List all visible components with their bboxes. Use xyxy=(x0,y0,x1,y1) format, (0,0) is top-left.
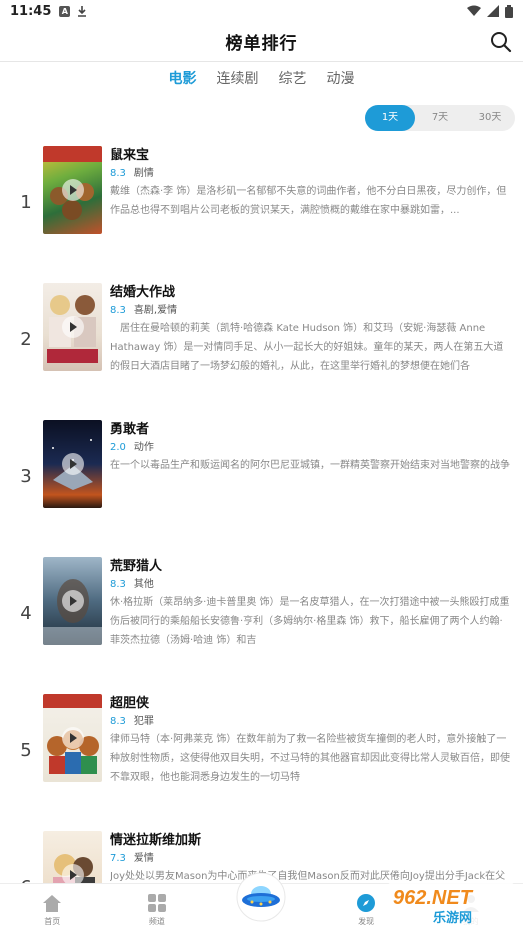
movie-description: 律师马特（本·阿弗莱克 饰）在数年前为了救一名险些被货车撞倒的老人时，意外接触了… xyxy=(110,734,510,783)
app-header: 榜单排行 xyxy=(0,22,523,62)
movie-score: 8.3 xyxy=(110,579,126,590)
rank-number: 5 xyxy=(20,740,32,761)
movie-score: 8.3 xyxy=(110,716,126,727)
nav-channel[interactable]: 频道 xyxy=(105,884,210,929)
rank-number: 1 xyxy=(20,192,32,213)
rank-number: 3 xyxy=(20,466,32,487)
movie-score: 7.3 xyxy=(110,853,126,864)
movie-score: 2.0 xyxy=(110,442,126,453)
movie-poster[interactable] xyxy=(43,420,102,508)
svg-text:乐游网: 乐游网 xyxy=(433,910,472,926)
range-30day[interactable]: 30天 xyxy=(465,105,515,131)
movie-title[interactable]: 情迷拉斯维加斯 xyxy=(110,831,510,851)
status-bar: 11:45 A xyxy=(0,0,523,22)
signal-icon xyxy=(487,5,499,17)
search-icon[interactable] xyxy=(489,30,513,54)
play-icon[interactable] xyxy=(61,179,84,201)
status-badge-icon: A xyxy=(59,5,71,17)
rank-number: 4 xyxy=(20,603,32,624)
movie-description: 在一个以毒品生产和贩运闻名的阿尔巴尼亚城镇，一群精英警察开始结束对当地警察的战争 xyxy=(110,460,510,471)
tab-series[interactable]: 连续剧 xyxy=(217,66,259,90)
ufo-icon xyxy=(236,872,286,922)
page-title: 榜单排行 xyxy=(225,34,298,54)
nav-home[interactable]: 首页 xyxy=(0,884,105,929)
home-icon xyxy=(43,895,62,912)
movie-title[interactable]: 勇敢者 xyxy=(110,420,510,440)
movie-score: 8.3 xyxy=(110,168,126,179)
category-tabs: 电影 连续剧 综艺 动漫 xyxy=(0,62,523,94)
movie-poster[interactable] xyxy=(43,557,102,645)
play-icon[interactable] xyxy=(61,727,84,749)
movie-score: 8.3 xyxy=(110,305,126,316)
movie-description: 休·格拉斯（莱昂纳多·迪卡普里奥 饰）是一名皮草猎人，在一次打猎途中被一头熊殴打… xyxy=(110,597,510,646)
movie-genre: 爱情 xyxy=(133,853,154,864)
movie-description: 居住在曼哈顿的莉芙（凯特·哈德森 Kate Hudson 饰）和艾玛（安妮·海瑟… xyxy=(110,323,504,372)
watermark-logo: 962.NET 乐游网 xyxy=(387,882,515,926)
movie-title[interactable]: 荒野猎人 xyxy=(110,557,510,577)
list-item[interactable]: 3 勇敢者 2.0 动作 在一个以毒品生产和贩运闻名的阿尔巴尼亚城镇，一群精英警察… xyxy=(0,411,523,548)
download-icon xyxy=(78,6,87,17)
nav-center[interactable] xyxy=(209,872,314,929)
compass-icon xyxy=(357,894,376,912)
play-icon[interactable] xyxy=(61,453,84,475)
range-7day[interactable]: 7天 xyxy=(415,105,465,131)
nav-label: 首页 xyxy=(44,917,61,926)
grid-icon xyxy=(147,894,166,912)
play-icon[interactable] xyxy=(61,590,84,612)
movie-genre: 剧情 xyxy=(133,168,154,179)
nav-label: 发现 xyxy=(358,917,375,926)
tab-variety[interactable]: 综艺 xyxy=(279,66,307,90)
movie-genre: 喜剧,爱情 xyxy=(133,305,178,316)
svg-text:962.NET: 962.NET xyxy=(393,887,474,909)
movie-poster[interactable] xyxy=(43,146,102,234)
status-time: 11:45 xyxy=(10,3,52,19)
movie-title[interactable]: 超胆侠 xyxy=(110,694,510,714)
movie-poster[interactable] xyxy=(43,694,102,782)
list-item[interactable]: 4 荒野猎人 8.3 其他 休·格拉斯（莱昂纳多·迪卡普里奥 饰）是一名皮草猎人，… xyxy=(0,548,523,685)
list-item[interactable]: 2 结婚大作战 8.3 喜剧,爱情 居住在曼哈顿的莉芙（凯特·哈德森 Kate H… xyxy=(0,274,523,411)
movie-description: 戴维（杰森·李 饰）是洛杉矶一名郁郁不失意的词曲作者，他不分白日黑夜，尽力创作，… xyxy=(110,186,507,216)
wifi-icon xyxy=(467,5,481,16)
movie-genre: 动作 xyxy=(133,442,154,453)
range-1day[interactable]: 1天 xyxy=(365,105,415,131)
tab-movies[interactable]: 电影 xyxy=(169,66,197,90)
battery-icon xyxy=(505,4,513,18)
movie-poster[interactable] xyxy=(43,283,102,371)
range-toggle: 1天 7天 30天 xyxy=(365,105,515,131)
rank-number: 2 xyxy=(20,329,32,350)
movie-title[interactable]: 结婚大作战 xyxy=(110,283,510,303)
list-item[interactable]: 1 鼠来宝 8.3 剧情 戴维（杰森·李 饰）是洛杉矶一名郁郁不失意的词曲作者，他… xyxy=(0,137,523,274)
movie-title[interactable]: 鼠来宝 xyxy=(110,146,510,166)
tab-anime[interactable]: 动漫 xyxy=(327,66,355,90)
list-item[interactable]: 5 超胆侠 8.3 犯罪 律师马特（本·阿弗莱克 饰）在数年前为了救一名险些被货车… xyxy=(0,685,523,822)
nav-label: 频道 xyxy=(148,917,165,926)
movie-genre: 犯罪 xyxy=(133,716,154,727)
ranking-list: 1 鼠来宝 8.3 剧情 戴维（杰森·李 饰）是洛杉矶一名郁郁不失意的词曲作者，他… xyxy=(0,137,523,929)
play-icon[interactable] xyxy=(61,316,84,338)
movie-genre: 其他 xyxy=(133,579,154,590)
